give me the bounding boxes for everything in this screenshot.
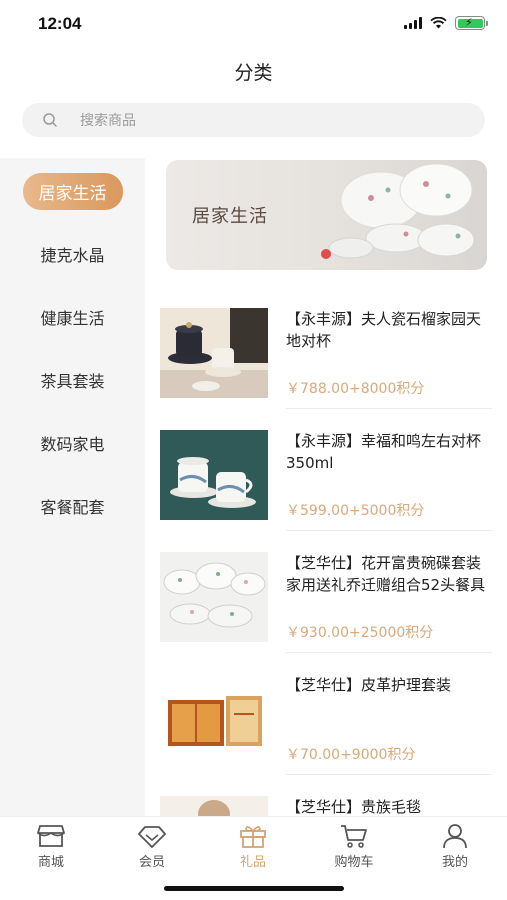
search-icon [43, 113, 57, 127]
wifi-icon [430, 17, 447, 29]
tab-cart[interactable]: 购物车 [314, 823, 394, 870]
tab-label: 礼品 [239, 855, 266, 870]
product-card[interactable]: 【芝华仕】贵族毛毯 [158, 796, 492, 816]
sidebar-item-label: 客餐配套 [40, 498, 105, 517]
status-icons: ⚡ [404, 16, 488, 30]
home-indicator [164, 886, 344, 891]
product-card[interactable]: 【永丰源】夫人瓷石榴家园天地对杯 ￥788.00+8000积分 [158, 308, 492, 430]
divider [286, 530, 492, 531]
signal-icon [404, 17, 422, 29]
profile-icon [443, 824, 467, 849]
banner-indicator-dot [321, 249, 331, 259]
tab-member[interactable]: 会员 [112, 823, 192, 870]
banner-title: 居家生活 [192, 206, 268, 227]
sidebar-item-digital-appliances[interactable]: 数码家电 [0, 423, 145, 463]
leather-care-kit-image [160, 674, 268, 764]
category-banner[interactable]: 居家生活 [166, 160, 487, 270]
tab-label: 我的 [441, 855, 468, 870]
product-name: 【芝华仕】皮革护理套装 [286, 676, 452, 694]
battery-icon: ⚡ [455, 16, 488, 30]
tab-label: 会员 [138, 855, 165, 870]
sidebar-item-label: 居家生活 [22, 172, 123, 210]
sidebar-item-tea-sets[interactable]: 茶具套装 [0, 360, 145, 400]
product-price: ￥70.00+9000积分 [286, 747, 416, 763]
divider [286, 774, 492, 775]
mug-pair-image [160, 430, 268, 520]
cart-icon [341, 825, 367, 848]
page-title: 分类 [234, 62, 273, 84]
sidebar-item-label: 捷克水晶 [40, 246, 105, 265]
product-card[interactable]: 【永丰源】幸福和鸣左右对杯350ml ￥599.00+5000积分 [158, 430, 492, 552]
product-card[interactable]: 【芝华仕】花开富贵碗碟套装家用送礼乔迁赠组合52头餐具 ￥930.00+2500… [158, 552, 492, 674]
sidebar-item-czech-crystal[interactable]: 捷克水晶 [0, 234, 145, 274]
blanket-image [160, 796, 268, 816]
product-name: 【芝华仕】贵族毛毯 [286, 798, 422, 816]
search-placeholder: 搜索商品 [80, 113, 136, 129]
status-bar: 12:04 ⚡ [0, 0, 507, 50]
sidebar-item-label: 健康生活 [40, 309, 105, 328]
product-name: 【永丰源】幸福和鸣左右对杯350ml [286, 432, 482, 472]
product-price: ￥788.00+8000积分 [286, 381, 425, 397]
tab-label: 购物车 [334, 855, 374, 870]
product-price: ￥599.00+5000积分 [286, 503, 425, 519]
shop-icon [37, 825, 65, 847]
sidebar-item-home-living[interactable]: 居家生活 [0, 171, 145, 211]
product-name: 【芝华仕】花开富贵碗碟套装家用送礼乔迁赠组合52头餐具 [286, 554, 486, 594]
tea-cup-set-image [160, 308, 268, 398]
tab-shop[interactable]: 商城 [11, 823, 91, 870]
category-sidebar: 居家生活 捷克水晶 健康生活 茶具套装 数码家电 客餐配套 [0, 158, 145, 818]
sidebar-item-healthy-living[interactable]: 健康生活 [0, 297, 145, 337]
tab-gift[interactable]: 礼品 [213, 823, 293, 870]
sidebar-item-label: 茶具套装 [40, 372, 105, 391]
status-time: 12:04 [38, 14, 82, 33]
tab-profile[interactable]: 我的 [415, 823, 495, 870]
product-card[interactable]: 【芝华仕】皮革护理套装 ￥70.00+9000积分 [158, 674, 492, 796]
sidebar-item-label: 数码家电 [40, 435, 105, 454]
tab-label: 商城 [37, 855, 64, 870]
divider [286, 408, 492, 409]
diamond-icon [138, 826, 166, 848]
search-input[interactable]: 搜索商品 [22, 103, 485, 137]
product-name: 【永丰源】夫人瓷石榴家园天地对杯 [286, 310, 482, 350]
divider [286, 652, 492, 653]
product-price: ￥930.00+25000积分 [286, 625, 434, 641]
sidebar-item-dining[interactable]: 客餐配套 [0, 486, 145, 526]
dinnerware-set-image [160, 552, 268, 642]
gift-icon [240, 826, 266, 848]
